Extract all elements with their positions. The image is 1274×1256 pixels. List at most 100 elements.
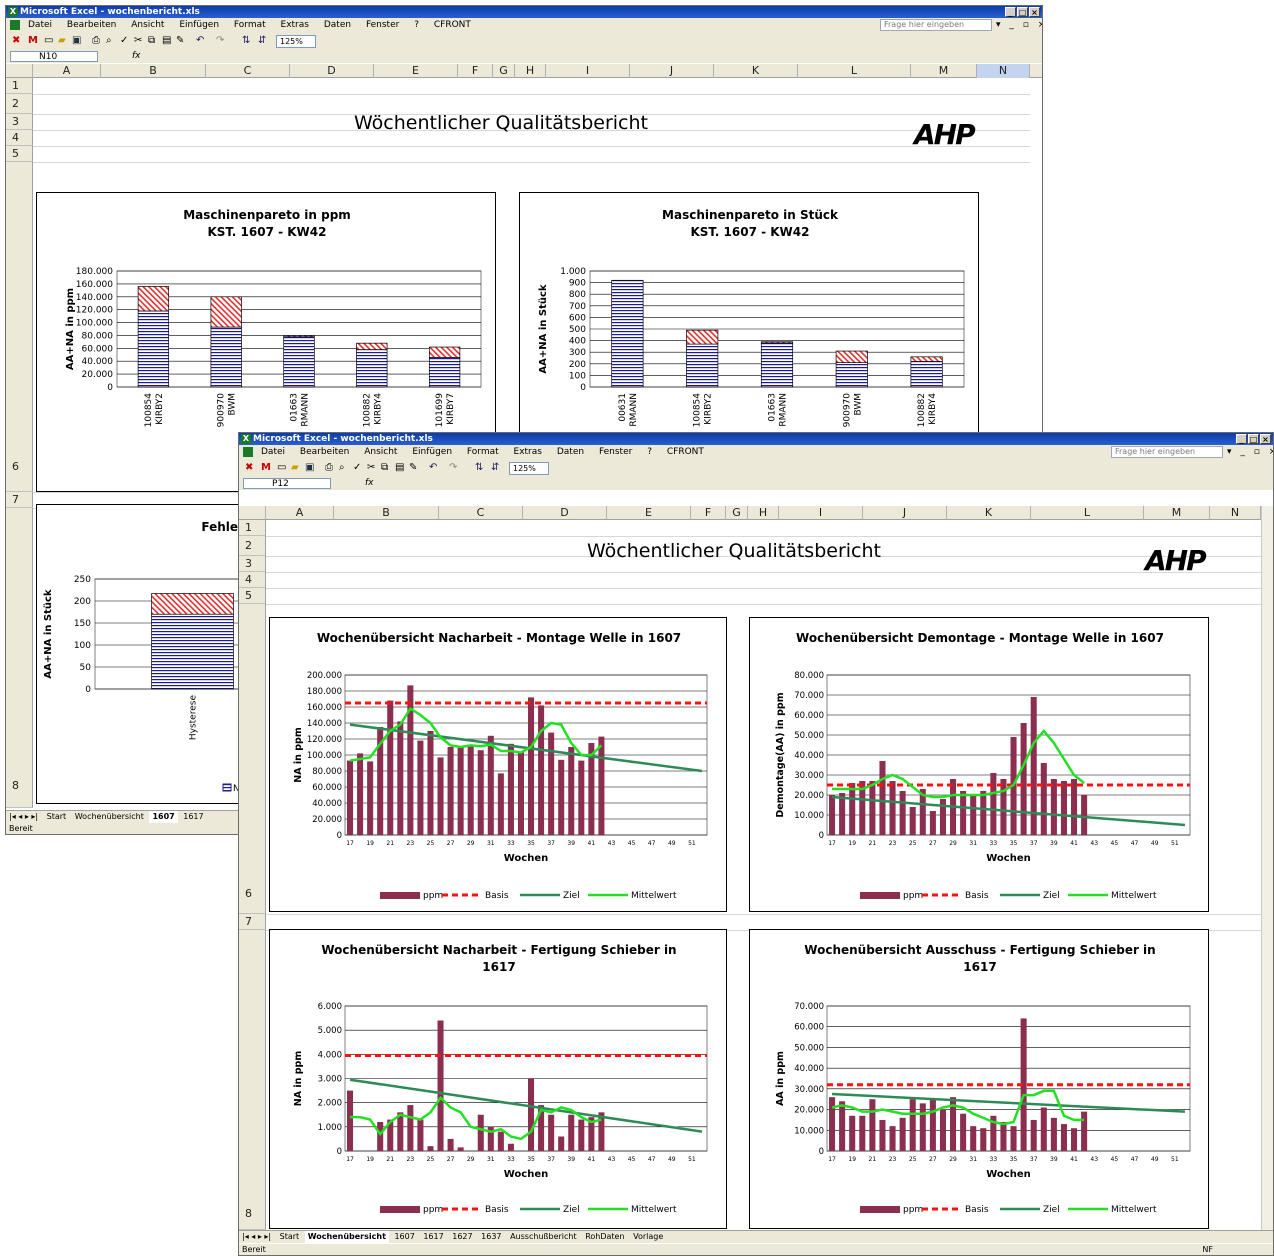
- restore-icon[interactable]: □: [1017, 7, 1028, 17]
- sheet-tab-active[interactable]: 1607: [149, 811, 178, 823]
- menu-datei[interactable]: Datei: [28, 20, 52, 30]
- minimize-icon[interactable]: _: [1236, 434, 1247, 444]
- mail-icon[interactable]: M: [28, 34, 38, 48]
- col-header[interactable]: J: [863, 506, 947, 520]
- sheet-tab[interactable]: 1627: [449, 1231, 475, 1243]
- ask-question-input[interactable]: Frage hier eingeben: [1111, 446, 1223, 458]
- delete-icon[interactable]: ✖: [12, 34, 20, 48]
- menu-fenster[interactable]: Fenster: [366, 20, 399, 30]
- chart-nacharbeit-schieber[interactable]: Wochenübersicht Nacharbeit - Fertigung S…: [269, 929, 727, 1229]
- sort-asc-icon[interactable]: ⇅: [475, 461, 483, 475]
- col-header[interactable]: G: [493, 64, 515, 78]
- menu-einfuegen[interactable]: Einfügen: [179, 20, 219, 30]
- row-header[interactable]: 6: [6, 162, 33, 492]
- col-header[interactable]: L: [798, 64, 911, 78]
- select-all-corner[interactable]: [239, 506, 266, 520]
- restore-icon[interactable]: □: [1248, 434, 1259, 444]
- menu-datei[interactable]: Datei: [261, 447, 285, 457]
- vertical-scrollbar[interactable]: [1261, 506, 1273, 1230]
- row-header[interactable]: 5: [239, 588, 266, 604]
- row-header[interactable]: 4: [239, 572, 266, 588]
- open-icon[interactable]: ▰: [291, 461, 299, 475]
- col-header[interactable]: I: [779, 506, 863, 520]
- chart-nacharbeit-welle[interactable]: Wochenübersicht Nacharbeit - Montage Wel…: [269, 617, 727, 912]
- col-header[interactable]: F: [691, 506, 726, 520]
- workbook-icon[interactable]: [243, 447, 253, 457]
- tab-nav-icon[interactable]: |◂ ◂ ▸ ▸|: [6, 811, 41, 823]
- sheet-tab[interactable]: Start: [44, 811, 70, 823]
- row-header[interactable]: 3: [239, 556, 266, 572]
- menu-format[interactable]: Format: [234, 20, 266, 30]
- sheet-tab[interactable]: Wochenübersicht: [72, 811, 147, 823]
- menu-extras[interactable]: Extras: [281, 20, 309, 30]
- row-header[interactable]: 8: [6, 508, 33, 808]
- close-icon[interactable]: ×: [1029, 7, 1040, 17]
- col-header[interactable]: B: [334, 506, 439, 520]
- col-header[interactable]: C: [206, 64, 290, 78]
- copy-icon[interactable]: ⧉: [381, 461, 388, 475]
- col-header-selected[interactable]: N: [977, 64, 1030, 78]
- menu-cfront[interactable]: CFRONT: [434, 20, 471, 30]
- col-header[interactable]: F: [458, 64, 493, 78]
- open-icon[interactable]: ▰: [58, 34, 66, 48]
- sort-asc-icon[interactable]: ⇅: [242, 34, 250, 48]
- new-icon[interactable]: ▭: [44, 34, 53, 48]
- format-painter-icon[interactable]: ✎: [409, 461, 417, 475]
- preview-icon[interactable]: ⌕: [339, 461, 345, 475]
- sheet-tab[interactable]: 1617: [180, 811, 206, 823]
- preview-icon[interactable]: ⌕: [106, 34, 112, 48]
- col-header[interactable]: H: [748, 506, 779, 520]
- col-header[interactable]: H: [515, 64, 546, 78]
- col-header[interactable]: C: [439, 506, 523, 520]
- cut-icon[interactable]: ✂: [367, 461, 375, 475]
- delete-icon[interactable]: ✖: [245, 461, 253, 475]
- format-painter-icon[interactable]: ✎: [176, 34, 184, 48]
- col-header[interactable]: K: [714, 64, 798, 78]
- menu-ansicht[interactable]: Ansicht: [131, 20, 164, 30]
- col-header[interactable]: A: [33, 64, 101, 78]
- menu-bearbeiten[interactable]: Bearbeiten: [300, 447, 349, 457]
- row-header[interactable]: 8: [239, 930, 266, 1230]
- menu-daten[interactable]: Daten: [324, 20, 351, 30]
- fx-icon[interactable]: fx: [365, 477, 374, 490]
- copy-icon[interactable]: ⧉: [148, 34, 155, 48]
- save-icon[interactable]: ▣: [305, 461, 314, 475]
- undo-icon[interactable]: ↶: [429, 461, 437, 475]
- row-header[interactable]: 6: [239, 604, 266, 914]
- row-header[interactable]: 7: [239, 914, 266, 930]
- spelling-icon[interactable]: ✓: [353, 461, 361, 475]
- tab-nav-icon[interactable]: |◂ ◂ ▸ ▸|: [239, 1231, 274, 1243]
- new-icon[interactable]: ▭: [277, 461, 286, 475]
- print-icon[interactable]: ⎙: [92, 34, 100, 48]
- minimize-icon[interactable]: _: [1005, 7, 1016, 17]
- mail-icon[interactable]: M: [261, 461, 271, 475]
- zoom-combo[interactable]: 125%: [509, 462, 549, 475]
- document-controls[interactable]: ▾ _ ▫ ×: [996, 18, 1042, 32]
- menu-format[interactable]: Format: [467, 447, 499, 457]
- row-header[interactable]: 2: [239, 536, 266, 556]
- col-header[interactable]: E: [374, 64, 458, 78]
- chart-ausschuss-schieber[interactable]: Wochenübersicht Ausschuss - Fertigung Sc…: [749, 929, 1209, 1229]
- row-header[interactable]: 1: [6, 78, 33, 94]
- workbook-icon[interactable]: [10, 20, 20, 30]
- col-header[interactable]: J: [630, 64, 714, 78]
- col-header[interactable]: I: [546, 64, 630, 78]
- sheet-tab[interactable]: Start: [277, 1231, 303, 1243]
- col-header[interactable]: D: [523, 506, 607, 520]
- row-header[interactable]: 3: [6, 114, 33, 130]
- sheet-tab[interactable]: RohDaten: [582, 1231, 627, 1243]
- menu-cfront[interactable]: CFRONT: [667, 447, 704, 457]
- menu-ansicht[interactable]: Ansicht: [364, 447, 397, 457]
- col-header[interactable]: B: [101, 64, 206, 78]
- row-header[interactable]: 2: [6, 94, 33, 114]
- redo-icon[interactable]: ↷: [216, 34, 224, 48]
- row-header[interactable]: 4: [6, 130, 33, 146]
- fx-icon[interactable]: fx: [132, 50, 141, 63]
- zoom-combo[interactable]: 125%: [276, 35, 316, 48]
- redo-icon[interactable]: ↷: [449, 461, 457, 475]
- col-header[interactable]: K: [947, 506, 1031, 520]
- row-header[interactable]: 7: [6, 492, 33, 508]
- row-header[interactable]: 1: [239, 520, 266, 536]
- document-controls[interactable]: ▾ _ ▫ ×: [1227, 445, 1273, 459]
- menu-fenster[interactable]: Fenster: [599, 447, 632, 457]
